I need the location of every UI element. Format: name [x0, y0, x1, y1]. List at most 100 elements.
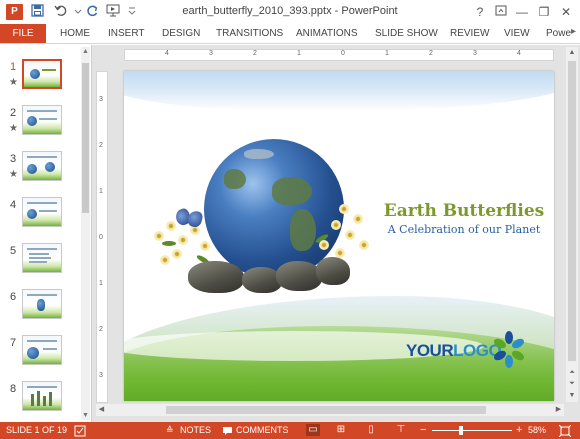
ruler-tick: 2 — [99, 326, 103, 333]
slide-thumbnail[interactable]: 6 — [0, 289, 80, 329]
comments-icon[interactable] — [222, 422, 233, 439]
animation-star-icon: ★ — [9, 77, 18, 88]
tab-scroll-right-icon[interactable]: ▸ — [571, 26, 576, 37]
slide-thumbnail[interactable]: 7 — [0, 335, 80, 375]
ruler-tick: 0 — [341, 50, 345, 57]
scroll-right-icon[interactable]: ▶ — [553, 404, 564, 416]
tab-animations[interactable]: ANIMATIONS — [296, 24, 357, 43]
notes-button[interactable]: NOTES — [180, 422, 211, 439]
ruler-tick: 2 — [429, 50, 433, 57]
rock-image — [316, 257, 350, 285]
thumbnail-scrollbar[interactable]: ▲ ▼ — [81, 47, 90, 420]
tab-insert[interactable]: INSERT — [108, 24, 145, 43]
rock-image — [188, 261, 244, 293]
ruler-tick: 4 — [165, 50, 169, 57]
comments-button[interactable]: COMMENTS — [236, 422, 289, 439]
ruler-tick: 0 — [99, 234, 103, 241]
scroll-thumb[interactable] — [568, 61, 576, 361]
vertical-ruler: 3 2 1 0 1 2 3 — [96, 71, 108, 403]
notes-icon[interactable]: ≙ — [166, 422, 174, 439]
tab-slide-show[interactable]: SLIDE SHOW — [375, 24, 438, 43]
zoom-slider-track[interactable] — [432, 430, 512, 431]
slide-sorter-icon[interactable]: ⊞ — [334, 424, 348, 436]
logo-text-your: YOUR — [406, 341, 454, 360]
tab-file[interactable]: FILE — [0, 24, 46, 43]
close-button[interactable]: ✕ — [556, 3, 576, 21]
rock-image — [276, 261, 322, 291]
scroll-up-icon[interactable]: ▲ — [81, 47, 90, 56]
slide-number: 6 — [10, 291, 17, 303]
slide-number: 8 — [10, 383, 17, 395]
tab-view[interactable]: VIEW — [504, 24, 530, 43]
slide-counter[interactable]: SLIDE 1 OF 19 — [6, 422, 67, 439]
spelling-icon[interactable] — [74, 422, 86, 439]
ruler-tick: 3 — [209, 50, 213, 57]
ribbon-display-icon[interactable] — [491, 3, 511, 21]
scroll-down-icon[interactable]: ▼ — [566, 390, 578, 401]
slide-thumbnail[interactable]: 1 ★ — [0, 59, 80, 99]
normal-view-icon[interactable]: ▭ — [306, 424, 320, 436]
slide-preview — [22, 197, 62, 227]
help-button[interactable]: ? — [470, 3, 490, 21]
zoom-slider-thumb[interactable] — [459, 426, 464, 435]
previous-slide-icon[interactable]: ⏶ — [566, 367, 578, 378]
slide-thumbnail[interactable]: 4 — [0, 197, 80, 237]
zoom-out-button[interactable]: − — [420, 422, 426, 439]
slide-subtitle[interactable]: A Celebration of our Planet — [374, 223, 554, 236]
tab-design[interactable]: DESIGN — [162, 24, 200, 43]
logo-text: YOURLOGO — [406, 341, 502, 361]
ruler-tick: 1 — [297, 50, 301, 57]
tab-review[interactable]: REVIEW — [450, 24, 489, 43]
ruler-tick: 3 — [99, 96, 103, 103]
tab-transitions[interactable]: TRANSITIONS — [216, 24, 283, 43]
slide-vertical-scrollbar[interactable]: ▲ ⏶ ⏷ ▼ — [566, 47, 578, 402]
restore-button[interactable]: ❐ — [534, 3, 554, 21]
reading-view-icon[interactable]: ▯ — [364, 424, 378, 436]
slide-thumbnail[interactable]: 8 — [0, 381, 80, 421]
slide-preview — [22, 105, 62, 135]
scroll-thumb[interactable] — [82, 63, 89, 213]
slide-number: 3 — [10, 153, 17, 165]
scroll-thumb[interactable] — [166, 406, 486, 414]
slide-number: 4 — [10, 199, 17, 211]
sky-background — [124, 71, 554, 111]
title-bar: P earth_butterfly_2010_393.pptx - PowerP… — [0, 0, 580, 24]
scroll-left-icon[interactable]: ◀ — [96, 404, 107, 416]
slide-thumbnail[interactable]: 3 ★ — [0, 151, 80, 191]
slide-number: 2 — [10, 107, 17, 119]
slide-thumbnail[interactable]: 2 ★ — [0, 105, 80, 145]
slide-preview — [22, 381, 62, 411]
slide-title[interactable]: Earth Butterflies — [374, 201, 554, 221]
status-bar: SLIDE 1 OF 19 ≙ NOTES COMMENTS ▭ ⊞ ▯ ⊤ −… — [0, 422, 580, 439]
slide-show-icon[interactable]: ⊤ — [394, 424, 408, 436]
slide-canvas[interactable]: Earth Butterflies A Celebration of our P… — [124, 71, 554, 401]
next-slide-icon[interactable]: ⏷ — [566, 378, 578, 389]
animation-star-icon: ★ — [9, 123, 18, 134]
ruler-tick: 4 — [517, 50, 521, 57]
tab-home[interactable]: HOME — [60, 24, 90, 43]
slide-preview — [22, 59, 62, 89]
scroll-up-icon[interactable]: ▲ — [566, 47, 578, 58]
ruler-tick: 2 — [99, 142, 103, 149]
tab-powerpoint-more[interactable]: Powe — [546, 24, 571, 43]
slide-number: 5 — [10, 245, 17, 257]
fit-slide-icon[interactable] — [558, 422, 572, 439]
ruler-tick: 1 — [99, 280, 103, 287]
horizontal-ruler: 4 3 2 1 0 1 2 3 4 — [124, 49, 554, 61]
zoom-in-button[interactable]: + — [516, 422, 522, 439]
slide-preview — [22, 151, 62, 181]
ruler-tick: 2 — [253, 50, 257, 57]
butterfly-image — [173, 207, 204, 229]
minimize-button[interactable]: — — [512, 3, 532, 21]
zoom-level[interactable]: 58% — [528, 422, 546, 439]
slide-horizontal-scrollbar[interactable]: ◀ ▶ — [96, 404, 564, 416]
slide-preview — [22, 335, 62, 365]
animation-star-icon: ★ — [9, 169, 18, 180]
slide-thumbnail[interactable]: 5 — [0, 243, 80, 283]
ruler-tick: 3 — [473, 50, 477, 57]
thumbnail-pane: 1 ★ 2 ★ 3 ★ 4 5 6 7 8 ▲ ▼ — [0, 45, 92, 422]
scroll-down-icon[interactable]: ▼ — [81, 411, 90, 420]
slide-preview — [22, 243, 62, 273]
flower-logo-icon — [492, 329, 526, 369]
your-logo-placeholder[interactable]: YOURLOGO — [406, 329, 526, 369]
